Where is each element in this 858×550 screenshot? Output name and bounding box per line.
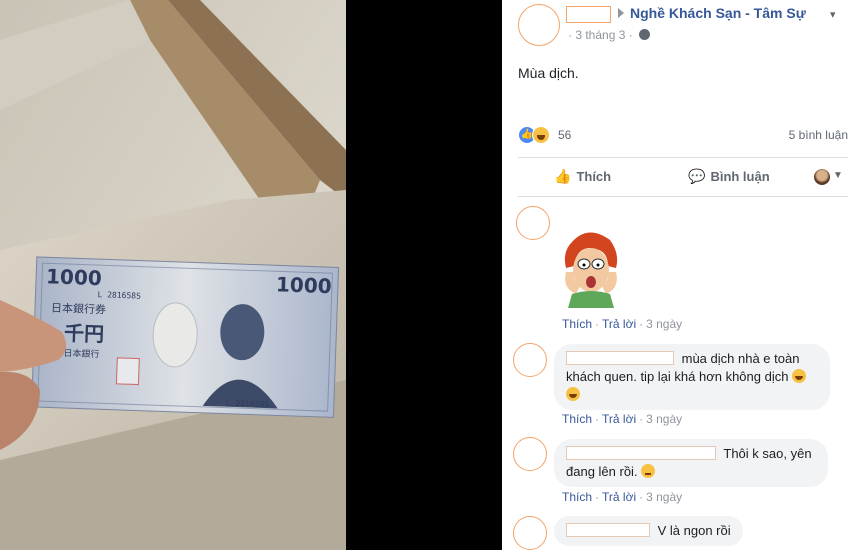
laughing-emoji-icon xyxy=(792,369,807,383)
post-header: Nghề Khách Sạn - Tâm Sự ▾ · 3 tháng 3 · xyxy=(518,4,858,46)
cartoon-sticker-icon xyxy=(564,232,618,308)
banknote-serial-bottom: L 281658S xyxy=(226,399,270,410)
post-timestamp[interactable]: 3 tháng 3 xyxy=(575,28,625,42)
time-separator-2: · xyxy=(628,28,633,42)
haha-reaction-icon xyxy=(532,126,550,144)
comment-like-link[interactable]: Thích xyxy=(562,317,592,331)
comment-bubble: V là ngon rồi xyxy=(554,516,743,546)
comment-time[interactable]: 3 ngày xyxy=(646,317,682,331)
commenter-avatar[interactable] xyxy=(513,343,547,377)
reactions-summary[interactable]: 👍 56 5 bình luận xyxy=(518,126,848,146)
sticker-comment xyxy=(558,228,624,308)
caret-down-icon[interactable]: ▼ xyxy=(833,170,843,181)
commenter-name-redacted[interactable] xyxy=(566,523,650,537)
time-separator: · xyxy=(568,28,572,42)
post-action-bar: 👍 Thích 💬 Bình luận ▼ xyxy=(518,157,848,197)
like-button-label: Thích xyxy=(576,169,612,184)
post-photo[interactable]: 1000 1000 日本銀行券 千円 日本銀行 L 281658S L 2816… xyxy=(0,0,346,550)
commenter-avatar[interactable] xyxy=(516,206,550,240)
reaction-count[interactable]: 56 xyxy=(558,128,571,142)
comment-reply-link[interactable]: Trả lời xyxy=(602,490,636,504)
banknote-photo: 1000 1000 日本銀行券 千円 日本銀行 L 281658S L 2816… xyxy=(0,0,346,550)
commenter-avatar[interactable] xyxy=(513,516,547,550)
comment-bubble: Thôi k sao, yên đang lên rồi. xyxy=(554,439,828,487)
speech-bubble-icon: 💬 xyxy=(688,168,706,184)
comment-like-link[interactable]: Thích xyxy=(562,412,592,426)
globe-icon xyxy=(639,29,651,40)
group-name-link[interactable]: Nghề Khách Sạn - Tâm Sự xyxy=(630,5,806,21)
author-name-redacted[interactable] xyxy=(566,6,611,23)
viewer-avatar[interactable] xyxy=(814,169,830,185)
comment-button-label: Bình luận xyxy=(710,169,770,184)
eye-roll-emoji-icon xyxy=(641,464,656,478)
post-detail-panel: Nghề Khách Sạn - Tâm Sự ▾ · 3 tháng 3 · … xyxy=(502,0,858,550)
like-button[interactable]: 👍 Thích xyxy=(554,168,611,185)
comment-reply-link[interactable]: Trả lời xyxy=(602,412,636,426)
comment-time[interactable]: 3 ngày xyxy=(646,412,682,426)
comment-bubble: mùa dịch nhà e toàn khách quen. tip lại … xyxy=(554,344,830,410)
commenter-name-redacted[interactable] xyxy=(566,351,674,365)
comment-3-actions: Thích · Trả lời · 3 ngày xyxy=(562,490,683,504)
photo-viewer-background xyxy=(346,0,502,550)
banknote-kanji-main: 千円 xyxy=(64,321,105,346)
chevron-down-icon[interactable]: ▾ xyxy=(830,8,836,21)
comment-reply-link[interactable]: Trả lời xyxy=(602,317,636,331)
comment-2-actions: Thích · Trả lời · 3 ngày xyxy=(562,412,683,426)
banknote-denomination-left: 1000 xyxy=(46,264,102,290)
laughing-emoji-icon xyxy=(566,387,580,401)
author-avatar[interactable] xyxy=(518,4,560,46)
post-time-row: · 3 tháng 3 · xyxy=(568,28,651,42)
comment-text: V là ngon rồi xyxy=(657,523,731,538)
comment-button[interactable]: 💬 Bình luận xyxy=(688,168,770,185)
thumb-up-icon: 👍 xyxy=(554,168,572,184)
comment-like-link[interactable]: Thích xyxy=(562,490,592,504)
banknote-denomination-right: 1000 xyxy=(276,272,332,298)
commenter-name-redacted[interactable] xyxy=(566,446,716,460)
post-text: Mùa dịch. xyxy=(518,65,579,81)
comment-count[interactable]: 5 bình luận xyxy=(789,128,848,142)
banknote-serial-top: L 281658S xyxy=(97,290,141,301)
arrow-right-icon xyxy=(618,8,624,18)
comment-time[interactable]: 3 ngày xyxy=(646,490,682,504)
banknote-kanji-top: 日本銀行券 xyxy=(51,300,106,316)
commenter-avatar[interactable] xyxy=(513,437,547,471)
comment-1-actions: Thích · Trả lời · 3 ngày xyxy=(562,317,683,331)
